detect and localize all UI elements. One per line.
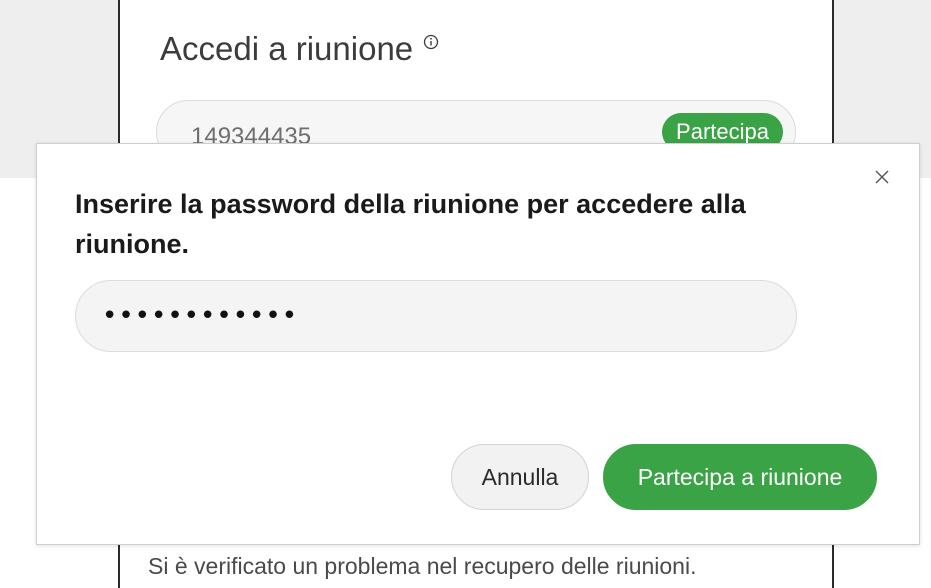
join-meeting-button[interactable]: Partecipa a riunione (603, 444, 877, 510)
cancel-button[interactable]: Annulla (451, 444, 589, 510)
dialog-title: Inserire la password della riunione per … (75, 189, 746, 259)
close-icon[interactable] (874, 169, 890, 185)
error-message: Si è verificato un problema nel recupero… (148, 553, 697, 579)
password-input[interactable] (75, 280, 797, 352)
join-meeting-title: Accedi a riunione (160, 30, 414, 67)
info-icon[interactable] (423, 34, 439, 50)
join-meeting-title-row: Accedi a riunione (160, 30, 439, 68)
close-button[interactable] (867, 162, 897, 192)
password-dialog: Inserire la password della riunione per … (36, 143, 920, 545)
app-stage: Accedi a riunione 149344435 Partecipa Si… (0, 0, 931, 588)
